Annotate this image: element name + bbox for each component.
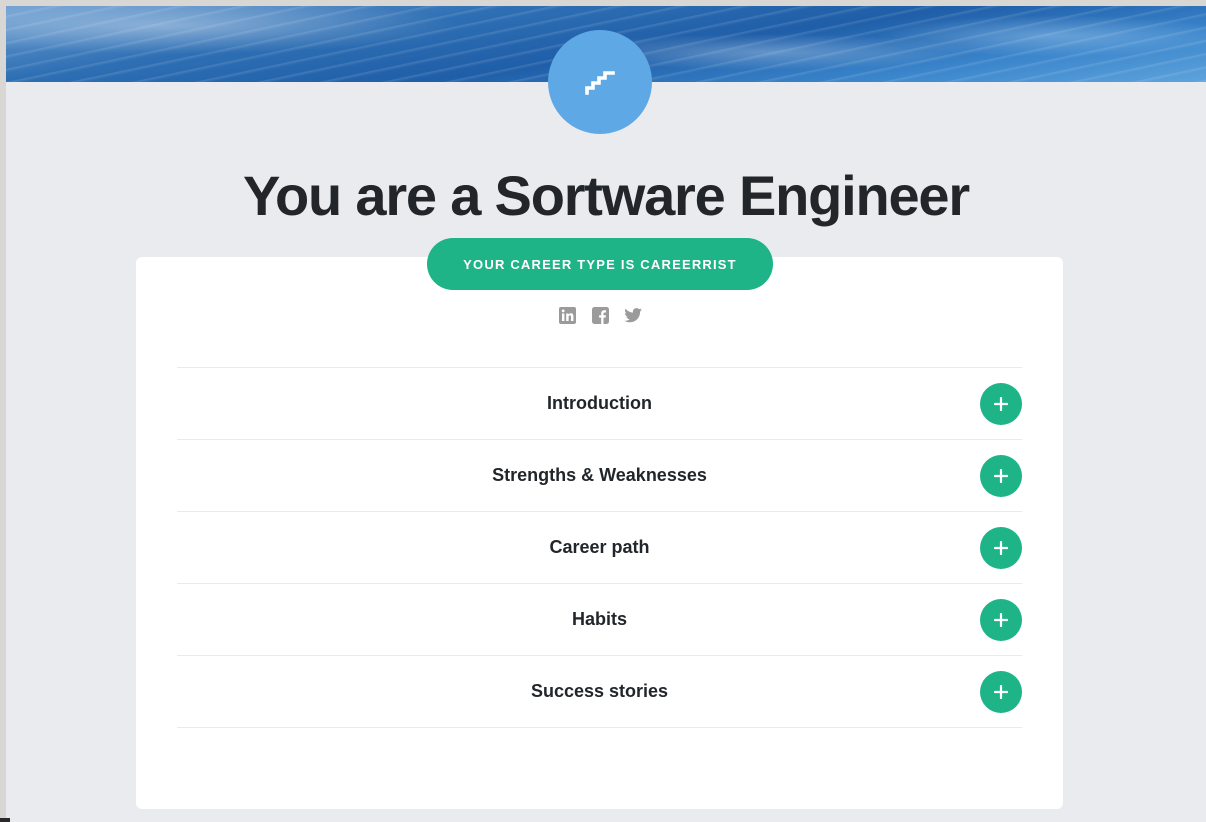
accordion-row-label: Introduction <box>547 393 652 413</box>
expand-button[interactable] <box>980 382 1022 425</box>
twitter-icon[interactable] <box>624 306 642 324</box>
plus-icon <box>994 684 1008 699</box>
expand-button[interactable] <box>980 454 1022 497</box>
expand-button[interactable] <box>980 670 1022 713</box>
page: You are a Sortware Engineer YOUR CAREER … <box>6 6 1206 822</box>
plus-icon <box>994 468 1008 483</box>
expand-button[interactable] <box>980 526 1022 569</box>
page-title: You are a Sortware Engineer <box>243 164 970 227</box>
accordion-row-success-stories[interactable]: Success stories <box>177 655 1022 728</box>
accordion-row-career-path[interactable]: Career path <box>177 511 1022 583</box>
plus-icon <box>994 396 1008 411</box>
facebook-icon[interactable] <box>591 306 609 324</box>
plus-icon <box>994 612 1008 627</box>
accordion-row-habits[interactable]: Habits <box>177 583 1022 655</box>
career-badge <box>548 30 652 134</box>
stairs-icon <box>585 71 615 95</box>
section-accordion: Introduction Strengths & Weaknesses Care… <box>177 367 1022 728</box>
accordion-row-label: Success stories <box>530 681 669 701</box>
social-share <box>558 306 642 324</box>
accordion-row-label: Career path <box>549 537 650 557</box>
linkedin-icon[interactable] <box>558 306 576 324</box>
career-type-button[interactable]: YOUR CAREER TYPE IS CAREERRIST <box>427 238 773 290</box>
window-edge-mark <box>0 818 10 822</box>
plus-icon <box>994 540 1008 555</box>
accordion-row-label: Strengths & Weaknesses <box>492 465 707 485</box>
accordion-row-label: Habits <box>571 609 627 629</box>
accordion-row-introduction[interactable]: Introduction <box>177 367 1022 439</box>
accordion-row-strengths-weaknesses[interactable]: Strengths & Weaknesses <box>177 439 1022 511</box>
expand-button[interactable] <box>980 598 1022 641</box>
